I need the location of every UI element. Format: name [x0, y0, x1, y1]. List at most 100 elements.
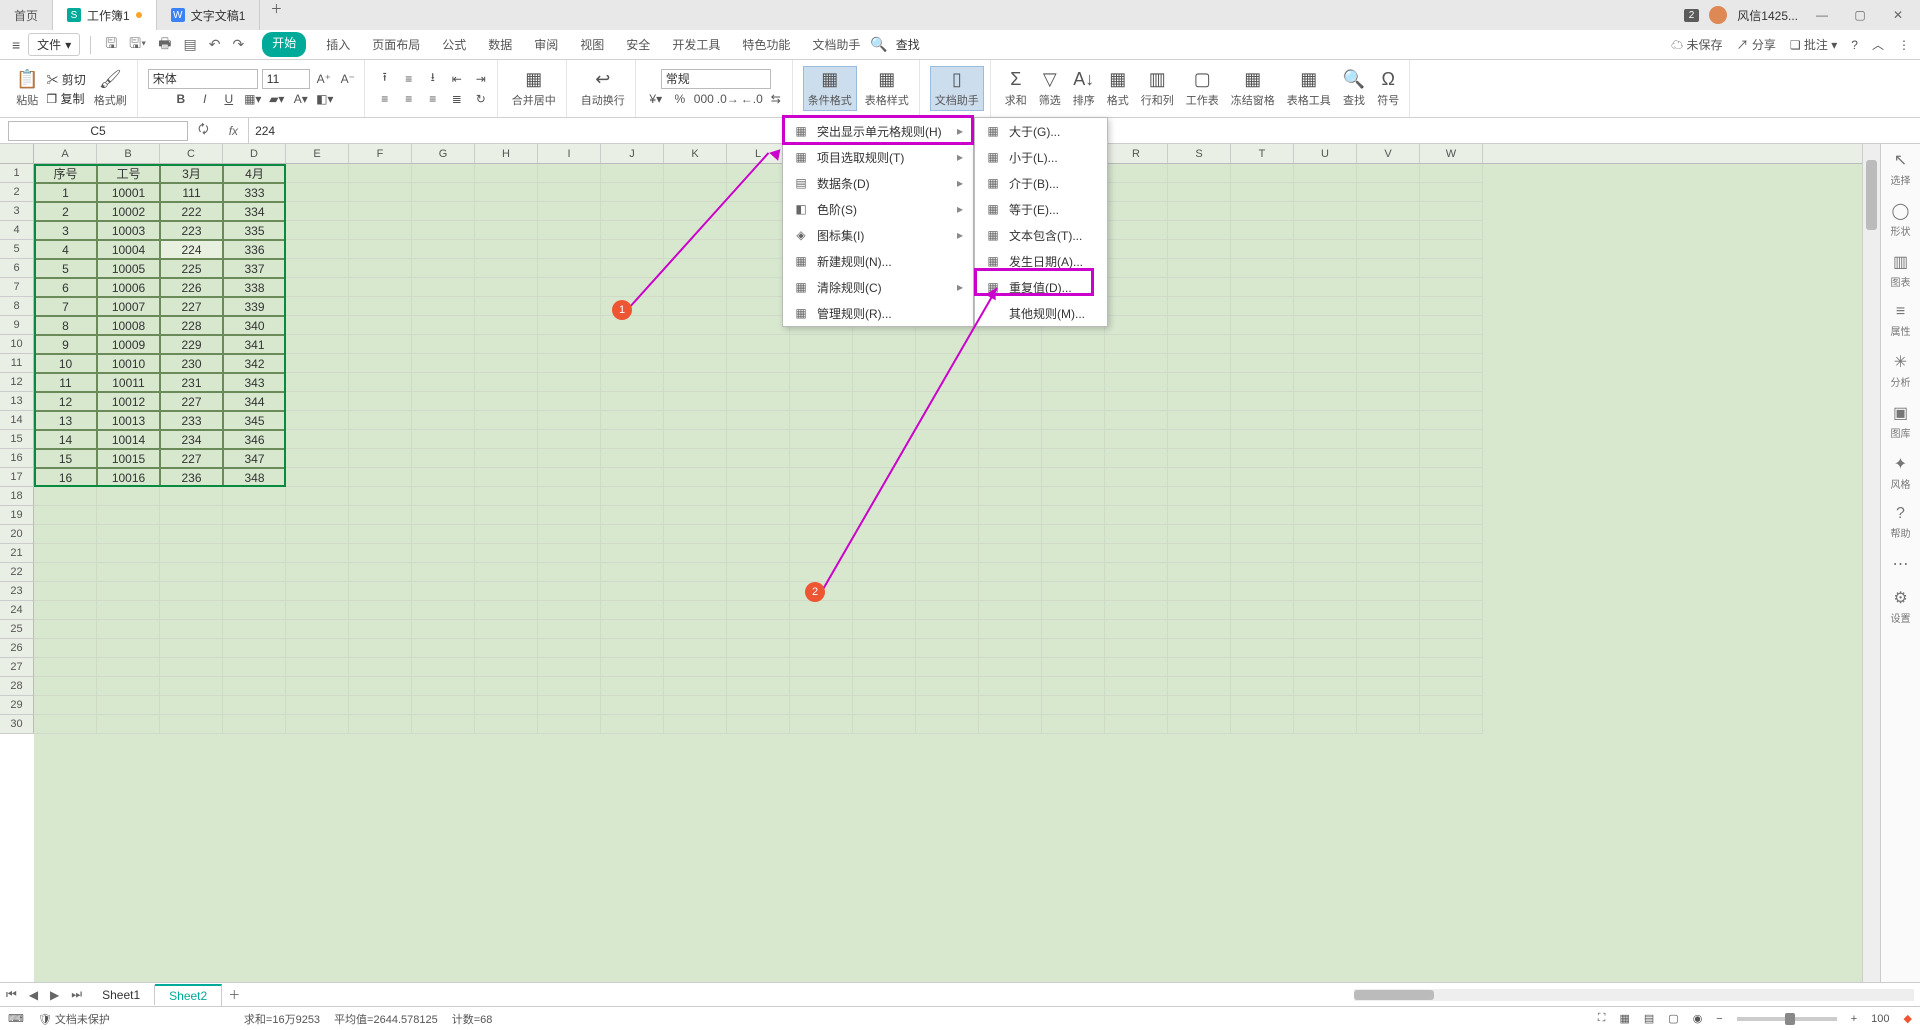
cell[interactable]	[160, 582, 223, 601]
cell[interactable]	[853, 601, 916, 620]
row-header[interactable]: 11	[0, 354, 34, 373]
cell[interactable]	[1231, 544, 1294, 563]
cell[interactable]: 14	[34, 430, 97, 449]
cell[interactable]	[223, 620, 286, 639]
cell[interactable]	[916, 468, 979, 487]
cell[interactable]	[727, 354, 790, 373]
col-header[interactable]: J	[601, 144, 664, 163]
zoom-in-icon[interactable]: +	[1851, 1013, 1857, 1025]
cell[interactable]	[475, 259, 538, 278]
cell[interactable]	[1357, 696, 1420, 715]
cell[interactable]	[1357, 715, 1420, 734]
cell[interactable]	[601, 582, 664, 601]
cell[interactable]	[97, 582, 160, 601]
cell[interactable]	[538, 677, 601, 696]
cell[interactable]	[538, 601, 601, 620]
cell[interactable]	[979, 639, 1042, 658]
cell[interactable]	[1294, 297, 1357, 316]
cell[interactable]	[727, 411, 790, 430]
cell[interactable]	[1357, 449, 1420, 468]
cell[interactable]	[475, 316, 538, 335]
menu2-item-0[interactable]: ▦大于(G)...	[975, 118, 1107, 144]
cell[interactable]	[349, 354, 412, 373]
cell[interactable]	[349, 430, 412, 449]
cell[interactable]	[412, 183, 475, 202]
cell[interactable]: 226	[160, 278, 223, 297]
cell[interactable]	[538, 430, 601, 449]
cell[interactable]	[916, 601, 979, 620]
cell[interactable]	[1105, 202, 1168, 221]
save-icon[interactable]: 🖫	[101, 33, 121, 57]
row-header[interactable]: 9	[0, 316, 34, 335]
cell[interactable]	[601, 449, 664, 468]
cell[interactable]: 10014	[97, 430, 160, 449]
collapse-ribbon-icon[interactable]: ︿	[1872, 36, 1884, 53]
cell[interactable]: 344	[223, 392, 286, 411]
cell[interactable]	[916, 430, 979, 449]
cell[interactable]	[349, 601, 412, 620]
vscroll-thumb[interactable]	[1866, 160, 1877, 230]
cell[interactable]	[1105, 240, 1168, 259]
underline-icon[interactable]: U	[219, 89, 239, 109]
cell[interactable]	[1357, 202, 1420, 221]
cell[interactable]	[412, 544, 475, 563]
cell[interactable]	[34, 506, 97, 525]
cell[interactable]	[349, 582, 412, 601]
cell[interactable]: 10012	[97, 392, 160, 411]
cell[interactable]	[286, 620, 349, 639]
paste-button[interactable]: 📋粘贴	[12, 67, 42, 110]
cell[interactable]	[601, 430, 664, 449]
cell[interactable]	[1294, 696, 1357, 715]
cell[interactable]	[1294, 601, 1357, 620]
cell[interactable]	[1294, 373, 1357, 392]
cell[interactable]	[1042, 544, 1105, 563]
cell[interactable]	[601, 297, 664, 316]
row-header[interactable]: 29	[0, 696, 34, 715]
cell[interactable]	[1231, 468, 1294, 487]
cell[interactable]	[349, 525, 412, 544]
cell[interactable]	[1357, 411, 1420, 430]
cell[interactable]	[790, 392, 853, 411]
cell[interactable]	[1168, 620, 1231, 639]
menu1-item-3[interactable]: ◧色阶(S)▸	[783, 196, 973, 222]
cell[interactable]	[34, 487, 97, 506]
menu1-item-0[interactable]: ▦突出显示单元格规则(H)▸	[783, 118, 973, 144]
cell[interactable]	[538, 411, 601, 430]
cell[interactable]	[1294, 430, 1357, 449]
cell[interactable]	[1420, 677, 1483, 696]
menu1-item-7[interactable]: ▦管理规则(R)...	[783, 300, 973, 326]
cell[interactable]	[538, 620, 601, 639]
cell[interactable]	[1105, 677, 1168, 696]
cell[interactable]	[1168, 297, 1231, 316]
cell[interactable]	[1105, 221, 1168, 240]
cell[interactable]	[538, 468, 601, 487]
cell[interactable]	[349, 278, 412, 297]
row-header[interactable]: 30	[0, 715, 34, 734]
cell[interactable]	[1420, 221, 1483, 240]
vertical-scrollbar[interactable]	[1862, 144, 1880, 982]
col-header[interactable]: K	[664, 144, 727, 163]
cell[interactable]: 346	[223, 430, 286, 449]
cell[interactable]	[1231, 297, 1294, 316]
cell[interactable]	[412, 297, 475, 316]
freeze-panes-button[interactable]: ▦冻结窗格	[1227, 67, 1279, 110]
cell[interactable]	[727, 544, 790, 563]
cell[interactable]	[160, 658, 223, 677]
cell[interactable]	[664, 392, 727, 411]
cell[interactable]	[349, 620, 412, 639]
cell[interactable]	[1294, 335, 1357, 354]
cell[interactable]	[1357, 506, 1420, 525]
align-right-icon[interactable]: ≡	[423, 89, 443, 109]
cell[interactable]	[1168, 525, 1231, 544]
cell[interactable]	[34, 715, 97, 734]
cell[interactable]	[538, 506, 601, 525]
cell[interactable]: 335	[223, 221, 286, 240]
cell[interactable]	[1357, 582, 1420, 601]
cell[interactable]	[853, 715, 916, 734]
cell[interactable]	[97, 696, 160, 715]
cell[interactable]	[916, 449, 979, 468]
side-item-3[interactable]: ≡属性	[1891, 303, 1911, 338]
cell[interactable]	[664, 563, 727, 582]
cell[interactable]	[1105, 620, 1168, 639]
cell[interactable]	[412, 202, 475, 221]
